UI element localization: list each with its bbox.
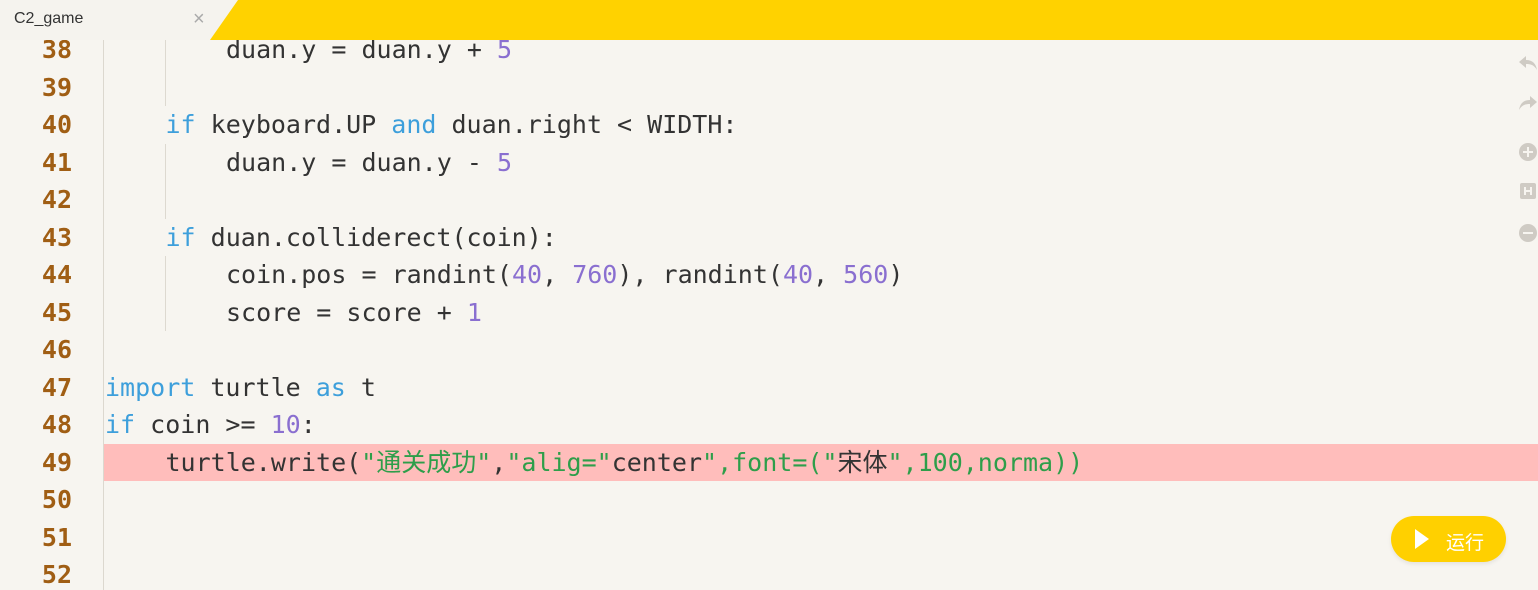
line-number: 50 xyxy=(41,485,72,514)
code-line[interactable]: 43 if duan.colliderect(coin): xyxy=(0,219,1538,257)
run-button-label: 运行 xyxy=(1446,532,1485,554)
line-number: 39 xyxy=(41,72,72,102)
code-token: duan.y = duan.y + xyxy=(226,40,497,64)
code-token: if xyxy=(165,222,196,252)
code-token: 10 xyxy=(270,410,301,439)
fit-icon[interactable] xyxy=(1516,180,1538,204)
code-text: if duan.colliderect(coin): xyxy=(166,219,557,257)
indent-guide xyxy=(165,293,166,331)
code-line[interactable]: 40 if keyboard.UP and duan.right < WIDTH: xyxy=(0,106,1538,144)
tab-c2-game[interactable]: C2_game × xyxy=(0,0,238,40)
line-number: 44 xyxy=(41,260,72,289)
indent-guide xyxy=(165,256,166,294)
code-token: 40 xyxy=(782,260,814,289)
code-token: "通关成功" xyxy=(361,447,492,477)
zoom-out-icon[interactable] xyxy=(1516,222,1538,246)
indent-guide xyxy=(165,181,166,219)
tab-label: C2_game xyxy=(14,10,84,27)
code-token: center xyxy=(611,447,703,477)
code-token: t xyxy=(345,372,376,402)
line-number: 41 xyxy=(41,147,72,177)
code-token: duan.colliderect(coin): xyxy=(195,222,557,252)
code-token: , xyxy=(542,260,573,289)
line-number: 48 xyxy=(41,410,72,439)
code-token: and xyxy=(391,110,437,139)
indent-guide xyxy=(165,143,166,181)
line-number: 52 xyxy=(41,560,72,589)
code-token: 40 xyxy=(511,260,543,289)
line-number: 49 xyxy=(41,447,72,477)
code-line[interactable]: 39 xyxy=(0,68,1538,106)
close-icon[interactable]: × xyxy=(193,8,205,30)
line-number: 38 xyxy=(41,40,72,64)
code-line[interactable]: 41 duan.y = duan.y - 5 xyxy=(0,143,1538,182)
code-token: "alig=" xyxy=(506,447,612,477)
code-token: if xyxy=(165,110,196,139)
tab-bar: C2_game × xyxy=(0,0,1538,40)
code-token: duan.right < WIDTH: xyxy=(436,110,738,139)
code-line[interactable]: 49 turtle.write("通关成功","alig="center",fon… xyxy=(0,444,1538,482)
code-text: if coin >= 10: xyxy=(105,406,316,444)
code-token: 5 xyxy=(496,40,512,64)
code-token: : xyxy=(300,410,316,439)
code-token: 560 xyxy=(843,260,889,289)
code-token: import xyxy=(105,372,196,402)
code-line[interactable]: 50 xyxy=(0,481,1538,519)
code-text: if keyboard.UP and duan.right < WIDTH: xyxy=(166,106,738,144)
code-line[interactable]: 51 xyxy=(0,519,1538,557)
code-line[interactable]: 48 if coin >= 10: xyxy=(0,406,1538,444)
code-token: coin >= xyxy=(135,410,271,439)
code-line[interactable]: 45 score = score + 1 xyxy=(0,293,1538,332)
code-token: duan.y = duan.y - xyxy=(226,147,497,177)
play-icon xyxy=(1415,529,1429,549)
code-line[interactable]: 42 xyxy=(0,181,1538,219)
code-editor[interactable]: 38 duan.y = duan.y + 5 39 40 if keyboard.UP … xyxy=(0,40,1538,590)
code-token: , xyxy=(813,260,844,289)
code-token: ",font=(" xyxy=(702,447,838,477)
code-token: keyboard.UP xyxy=(195,110,392,139)
code-token: turtle xyxy=(195,372,316,402)
code-token: coin.pos = randint( xyxy=(226,260,512,289)
code-token: 1 xyxy=(466,297,482,327)
line-number: 51 xyxy=(41,522,72,552)
code-token: , xyxy=(491,447,507,477)
zoom-in-icon[interactable] xyxy=(1516,141,1538,165)
code-token: score = score + xyxy=(226,297,467,327)
code-token: ) xyxy=(888,260,904,289)
redo-icon[interactable] xyxy=(1516,92,1538,116)
line-number: 42 xyxy=(41,185,72,214)
code-line[interactable]: 47 import turtle as t xyxy=(0,369,1538,407)
code-line[interactable]: 46 xyxy=(0,331,1538,369)
code-line[interactable]: 38 duan.y = duan.y + 5 xyxy=(0,40,1538,69)
indent-guide xyxy=(165,40,166,69)
code-text: duan.y = duan.y - 5 xyxy=(226,144,512,182)
code-token: 宋体 xyxy=(837,447,888,477)
line-number: 43 xyxy=(41,222,72,252)
code-text: coin.pos = randint(40, 760), randint(40,… xyxy=(226,256,903,294)
code-text: turtle.write("通关成功","alig="center",font=… xyxy=(166,444,1084,482)
code-text: import turtle as t xyxy=(105,369,376,407)
run-button[interactable]: 运行 xyxy=(1391,516,1506,562)
code-token: if xyxy=(105,410,136,439)
code-text: duan.y = duan.y + 5 xyxy=(226,40,512,69)
code-token: 760 xyxy=(572,260,618,289)
code-token: 5 xyxy=(496,147,512,177)
code-text: score = score + 1 xyxy=(226,294,482,332)
code-line[interactable]: 44 coin.pos = randint(40, 760), randint(4… xyxy=(0,256,1538,294)
line-number: 40 xyxy=(41,110,72,139)
code-token: ), randint( xyxy=(617,260,783,289)
code-token: ",100,norma)) xyxy=(887,447,1084,477)
undo-icon[interactable] xyxy=(1516,52,1538,76)
line-number: 45 xyxy=(41,297,72,327)
line-number: 47 xyxy=(41,372,72,402)
code-token: turtle.write( xyxy=(165,447,362,477)
indent-guide xyxy=(165,68,166,106)
code-line[interactable]: 52 xyxy=(0,556,1538,590)
line-number: 46 xyxy=(41,335,72,364)
code-token: as xyxy=(315,372,346,402)
